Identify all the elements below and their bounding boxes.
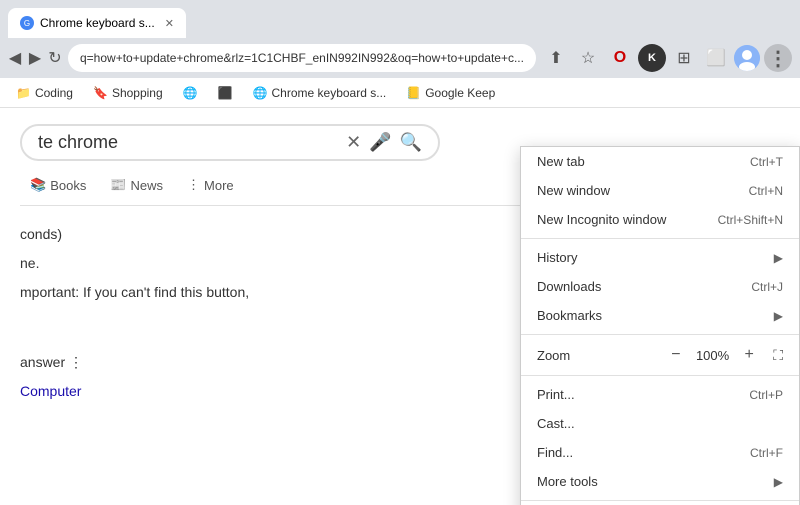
- bookmark-chrome-keyboard[interactable]: 🌐 Chrome keyboard s...: [245, 84, 395, 102]
- forward-button[interactable]: ▶: [28, 44, 42, 72]
- menu-zoom-label: Zoom: [537, 348, 570, 363]
- bookmark-dark[interactable]: ⬛: [210, 84, 241, 102]
- keep-icon: 📒: [406, 86, 421, 100]
- search-submit-button[interactable]: 🔍: [400, 132, 422, 153]
- bookmarks-bar: 📁 Coding 🔖 Shopping 🌐 ⬛ 🌐 Chrome keyboar…: [0, 78, 800, 108]
- tab-more[interactable]: ⋮ More: [177, 173, 244, 197]
- menu-print-shortcut: Ctrl+P: [749, 388, 783, 402]
- address-bar-row: ◀ ▶ ↻ q=how+to+update+chrome&rlz=1C1CHBF…: [0, 38, 800, 78]
- menu-new-incognito[interactable]: New Incognito window Ctrl+Shift+N: [521, 205, 799, 234]
- tab-close-button[interactable]: ✕: [165, 17, 174, 30]
- globe1-icon: 🌐: [183, 86, 198, 100]
- books-label: Books: [50, 178, 86, 193]
- tab-bar: G Chrome keyboard s... ✕: [8, 0, 792, 38]
- zoom-increase-button[interactable]: +: [737, 343, 761, 367]
- shopping-icon: 🔖: [93, 86, 108, 100]
- menu-divider-4: [521, 500, 799, 501]
- chrome-menu-button[interactable]: ⋮: [764, 44, 792, 72]
- menu-zoom-row: Zoom − 100% + ⛶: [521, 339, 799, 371]
- menu-cast-label: Cast...: [537, 416, 575, 431]
- zoom-decrease-button[interactable]: −: [664, 343, 688, 367]
- address-text: q=how+to+update+chrome&rlz=1C1CHBF_enIN9…: [80, 51, 524, 65]
- menu-bookmarks-arrow: ▶: [774, 309, 783, 323]
- menu-divider-1: [521, 238, 799, 239]
- menu-cast[interactable]: Cast...: [521, 409, 799, 438]
- menu-divider-2: [521, 334, 799, 335]
- avatar-icon[interactable]: [734, 45, 760, 71]
- share-icon[interactable]: ⬆: [542, 44, 570, 72]
- toolbar-icons: ⬆ ☆ O K ⊞ ⬜ ⋮: [542, 44, 792, 72]
- opera-icon[interactable]: O: [606, 44, 634, 72]
- menu-find-label: Find...: [537, 445, 573, 460]
- address-bar[interactable]: q=how+to+update+chrome&rlz=1C1CHBF_enIN9…: [68, 44, 536, 72]
- menu-new-window-shortcut: Ctrl+N: [749, 184, 783, 198]
- search-box[interactable]: te chrome ✕ 🎤 🔍: [20, 124, 440, 161]
- menu-new-tab-label: New tab: [537, 154, 585, 169]
- menu-bookmarks-label: Bookmarks: [537, 308, 602, 323]
- back-button[interactable]: ◀: [8, 44, 22, 72]
- zoom-fullscreen-button[interactable]: ⛶: [773, 347, 783, 364]
- bookmark-shopping-label: Shopping: [112, 86, 163, 100]
- menu-print-label: Print...: [537, 387, 575, 402]
- bookmark-star-icon[interactable]: ☆: [574, 44, 602, 72]
- search-mic-button[interactable]: 🎤: [369, 132, 391, 153]
- menu-more-tools-label: More tools: [537, 474, 598, 489]
- coding-folder-icon: 📁: [16, 86, 31, 100]
- menu-divider-3: [521, 375, 799, 376]
- menu-more-tools-arrow: ▶: [774, 475, 783, 489]
- bookmark-shopping[interactable]: 🔖 Shopping: [85, 84, 171, 102]
- active-tab[interactable]: G Chrome keyboard s... ✕: [8, 8, 186, 38]
- menu-history[interactable]: History ▶: [521, 243, 799, 272]
- news-label: News: [131, 178, 164, 193]
- chrome-kb-icon: 🌐: [253, 86, 268, 100]
- more-label: More: [204, 178, 234, 193]
- zoom-level: 100%: [696, 348, 729, 363]
- browser-top-bar: G Chrome keyboard s... ✕: [0, 0, 800, 38]
- bookmark-keep-label: Google Keep: [425, 86, 495, 100]
- bookmark-chrome-label: Chrome keyboard s...: [272, 86, 387, 100]
- menu-history-label: History: [537, 250, 577, 265]
- menu-find-shortcut: Ctrl+F: [750, 446, 783, 460]
- refresh-button[interactable]: ↻: [48, 44, 62, 72]
- tab-news[interactable]: 📰 News: [100, 173, 173, 197]
- menu-new-tab[interactable]: New tab Ctrl+T: [521, 147, 799, 176]
- menu-find[interactable]: Find... Ctrl+F: [521, 438, 799, 467]
- more-icon: ⋮: [187, 177, 200, 193]
- menu-bookmarks[interactable]: Bookmarks ▶: [521, 301, 799, 330]
- tab-favicon: G: [20, 16, 34, 30]
- extension-icon[interactable]: K: [638, 44, 666, 72]
- tab-title: Chrome keyboard s...: [40, 16, 155, 30]
- bookmark-coding-label: Coding: [35, 86, 73, 100]
- menu-downloads-label: Downloads: [537, 279, 601, 294]
- window-icon[interactable]: ⬜: [702, 44, 730, 72]
- books-icon: 📚: [30, 177, 46, 193]
- search-query: te chrome: [38, 132, 338, 153]
- bookmark-google-keep[interactable]: 📒 Google Keep: [398, 84, 503, 102]
- menu-new-tab-shortcut: Ctrl+T: [750, 155, 783, 169]
- chrome-dropdown-menu: New tab Ctrl+T New window Ctrl+N New Inc…: [520, 146, 800, 505]
- content-computer-link[interactable]: Computer: [20, 383, 81, 399]
- extensions-puzzle-icon[interactable]: ⊞: [670, 44, 698, 72]
- menu-downloads-shortcut: Ctrl+J: [751, 280, 783, 294]
- menu-downloads[interactable]: Downloads Ctrl+J: [521, 272, 799, 301]
- menu-new-incognito-label: New Incognito window: [537, 212, 666, 227]
- menu-print[interactable]: Print... Ctrl+P: [521, 380, 799, 409]
- menu-new-window-label: New window: [537, 183, 610, 198]
- menu-history-arrow: ▶: [774, 251, 783, 265]
- search-clear-button[interactable]: ✕: [346, 132, 361, 153]
- main-content: te chrome ✕ 🎤 🔍 📚 Books 📰 News ⋮ More To…: [0, 108, 800, 505]
- menu-new-incognito-shortcut: Ctrl+Shift+N: [718, 213, 783, 227]
- dark-icon: ⬛: [218, 86, 233, 100]
- bookmark-globe1[interactable]: 🌐: [175, 84, 206, 102]
- tab-books[interactable]: 📚 Books: [20, 173, 96, 197]
- bookmark-coding[interactable]: 📁 Coding: [8, 84, 81, 102]
- menu-more-tools[interactable]: More tools ▶: [521, 467, 799, 496]
- menu-new-window[interactable]: New window Ctrl+N: [521, 176, 799, 205]
- news-icon: 📰: [110, 177, 126, 193]
